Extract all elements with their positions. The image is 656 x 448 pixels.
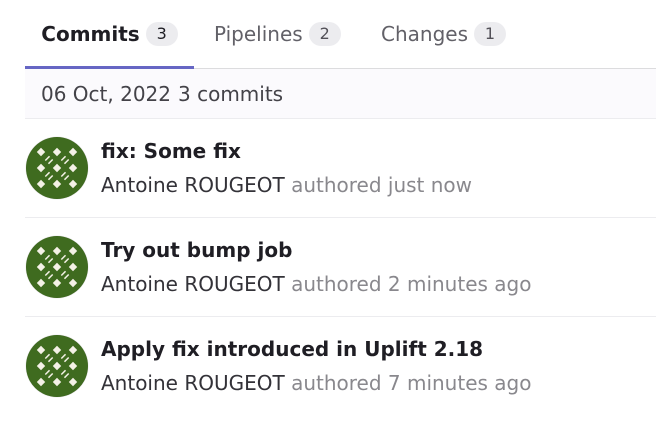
tab-changes[interactable]: Changes 1 (381, 0, 506, 68)
tab-pipelines[interactable]: Pipelines 2 (214, 0, 341, 68)
tab-commits[interactable]: Commits 3 (25, 0, 194, 69)
commit-meta: Antoine ROUGEOT authored 2 minutes ago (101, 272, 531, 296)
commit-row: fix: Some fix Antoine ROUGEOT authored j… (25, 119, 656, 218)
commit-author[interactable]: Antoine ROUGEOT (101, 371, 285, 395)
tab-commits-label: Commits (41, 22, 140, 46)
tab-pipelines-label: Pipelines (214, 22, 303, 46)
commit-meta: Antoine ROUGEOT authored 7 minutes ago (101, 371, 531, 395)
commit-date: 06 Oct, 2022 (41, 81, 171, 106)
tab-changes-label: Changes (381, 22, 468, 46)
commit-title[interactable]: Try out bump job (101, 238, 292, 262)
identicon-avatar[interactable] (25, 235, 89, 299)
commit-row: Try out bump job Antoine ROUGEOT authore… (25, 218, 656, 317)
commit-count: 3 commits (178, 81, 284, 106)
identicon-avatar[interactable] (25, 136, 89, 200)
commit-authored-time: authored just now (291, 173, 473, 197)
commit-title[interactable]: Apply fix introduced in Uplift 2.18 (101, 337, 483, 361)
tab-commits-count-badge: 3 (145, 22, 178, 46)
commit-row: Apply fix introduced in Uplift 2.18 Anto… (25, 317, 656, 415)
commit-meta: Antoine ROUGEOT authored just now (101, 173, 472, 197)
commit-author[interactable]: Antoine ROUGEOT (101, 272, 285, 296)
merge-request-commits-panel: Commits 3 Pipelines 2 Changes 1 06 Oct, … (25, 0, 656, 448)
commit-date-group-header: 06 Oct, 2022 3 commits (25, 69, 656, 119)
tab-bar: Commits 3 Pipelines 2 Changes 1 (25, 0, 656, 69)
commit-author[interactable]: Antoine ROUGEOT (101, 173, 285, 197)
identicon-avatar[interactable] (25, 334, 89, 398)
commit-title[interactable]: fix: Some fix (101, 139, 241, 163)
tab-pipelines-count-badge: 2 (308, 22, 341, 46)
commit-authored-time: authored 2 minutes ago (291, 272, 532, 296)
commit-authored-time: authored 7 minutes ago (291, 371, 532, 395)
tab-changes-count-badge: 1 (474, 22, 506, 46)
